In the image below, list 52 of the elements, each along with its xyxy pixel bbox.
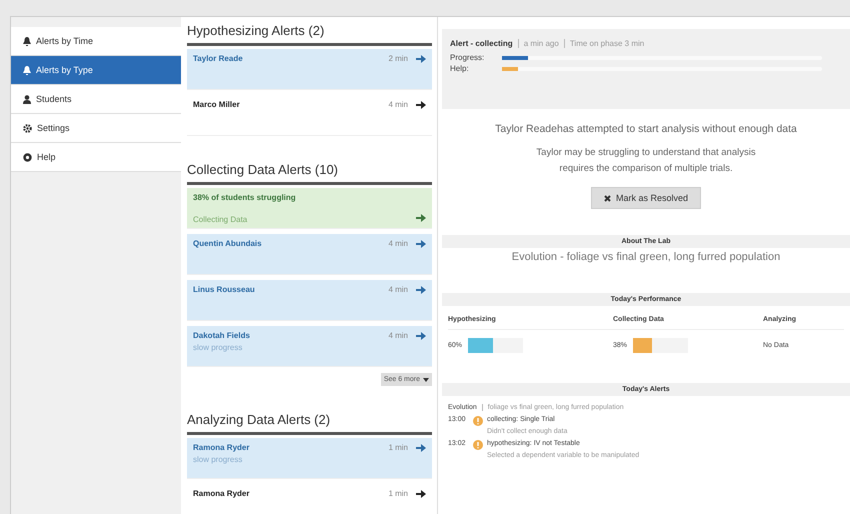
alert-card[interactable]: Linus Rousseau 4 min	[187, 280, 432, 321]
bell-icon	[23, 36, 31, 46]
alert-message: Taylor Readehas attempted to start analysis without enough data	[494, 123, 798, 135]
lab-description: Evolution - foliage vs final green, long furred population	[510, 251, 782, 263]
sidebar-item[interactable]: Help	[11, 143, 181, 172]
close-icon	[604, 194, 611, 202]
student-name: Ramona Ryder	[193, 443, 250, 452]
alert-time: 4 min	[388, 285, 408, 294]
person-icon	[23, 94, 31, 104]
alert-card[interactable]: Quentin Abundais 4 min	[187, 234, 432, 275]
alert-card[interactable]: Ramona Ryder 1 min slow progress	[187, 438, 432, 479]
student-name: Ramona Ryder	[193, 489, 250, 498]
alert-time: 4 min	[388, 331, 408, 340]
sidebar-item[interactable]: Students	[11, 85, 181, 114]
student-name: Taylor Reade	[193, 54, 244, 63]
alert-time: 4 min	[388, 239, 408, 248]
student-name: Marco Miller	[193, 100, 241, 109]
help-icon	[23, 152, 32, 162]
arrow-icon[interactable]	[416, 100, 426, 108]
bell-icon	[23, 66, 31, 74]
resolve-button[interactable]: Mark as Resolved	[590, 187, 702, 209]
summary-card[interactable]: 38% of students struggling Collecting Data	[187, 188, 432, 229]
summary-title: 38% of students struggling	[193, 193, 297, 204]
alert-time: 4 min	[388, 100, 408, 109]
sidebar-item[interactable]: Alerts by Time	[11, 27, 181, 56]
alert-time: 1 min	[388, 489, 408, 498]
student-name: Linus Rousseau	[193, 285, 256, 294]
alert-note: slow progress	[193, 343, 244, 352]
alert-title: Alert - collecting	[450, 39, 513, 48]
alert-card[interactable]: Dakotah Fields 4 min slow progress	[187, 326, 432, 367]
phase-time: Time on phase 3 min	[564, 39, 644, 48]
gear-icon	[23, 124, 32, 132]
alert-note: slow progress	[193, 455, 244, 464]
alert-time: 2 min	[388, 54, 408, 63]
section-heading: Analyzing Data Alerts (2)	[187, 406, 432, 435]
arrow-icon[interactable]	[416, 490, 426, 498]
warning-icon	[473, 416, 483, 426]
section-heading: Collecting Data Alerts (10)	[187, 156, 432, 185]
section-heading: Hypothesizing Alerts (2)	[187, 17, 432, 46]
alert-time: 1 min	[388, 443, 408, 452]
student-name: Quentin Abundais	[193, 239, 263, 248]
warning-icon	[473, 440, 483, 450]
progress-label: Progress:	[450, 53, 486, 62]
phase-label: Collecting Data	[193, 215, 248, 224]
student-name: Dakotah Fields	[193, 331, 251, 340]
alert-age: a min ago	[518, 39, 559, 48]
sidebar-item[interactable]: Settings	[11, 114, 181, 143]
caret-icon	[423, 378, 429, 382]
sidebar-item[interactable]: Alerts by Type	[11, 56, 181, 85]
help-label: Help:	[450, 64, 470, 73]
alert-card[interactable]: Taylor Reade 2 min	[187, 49, 432, 90]
alert-explanation: Taylor may be struggling to understand that analysis requires the comparison of multiple trials.	[535, 146, 757, 176]
